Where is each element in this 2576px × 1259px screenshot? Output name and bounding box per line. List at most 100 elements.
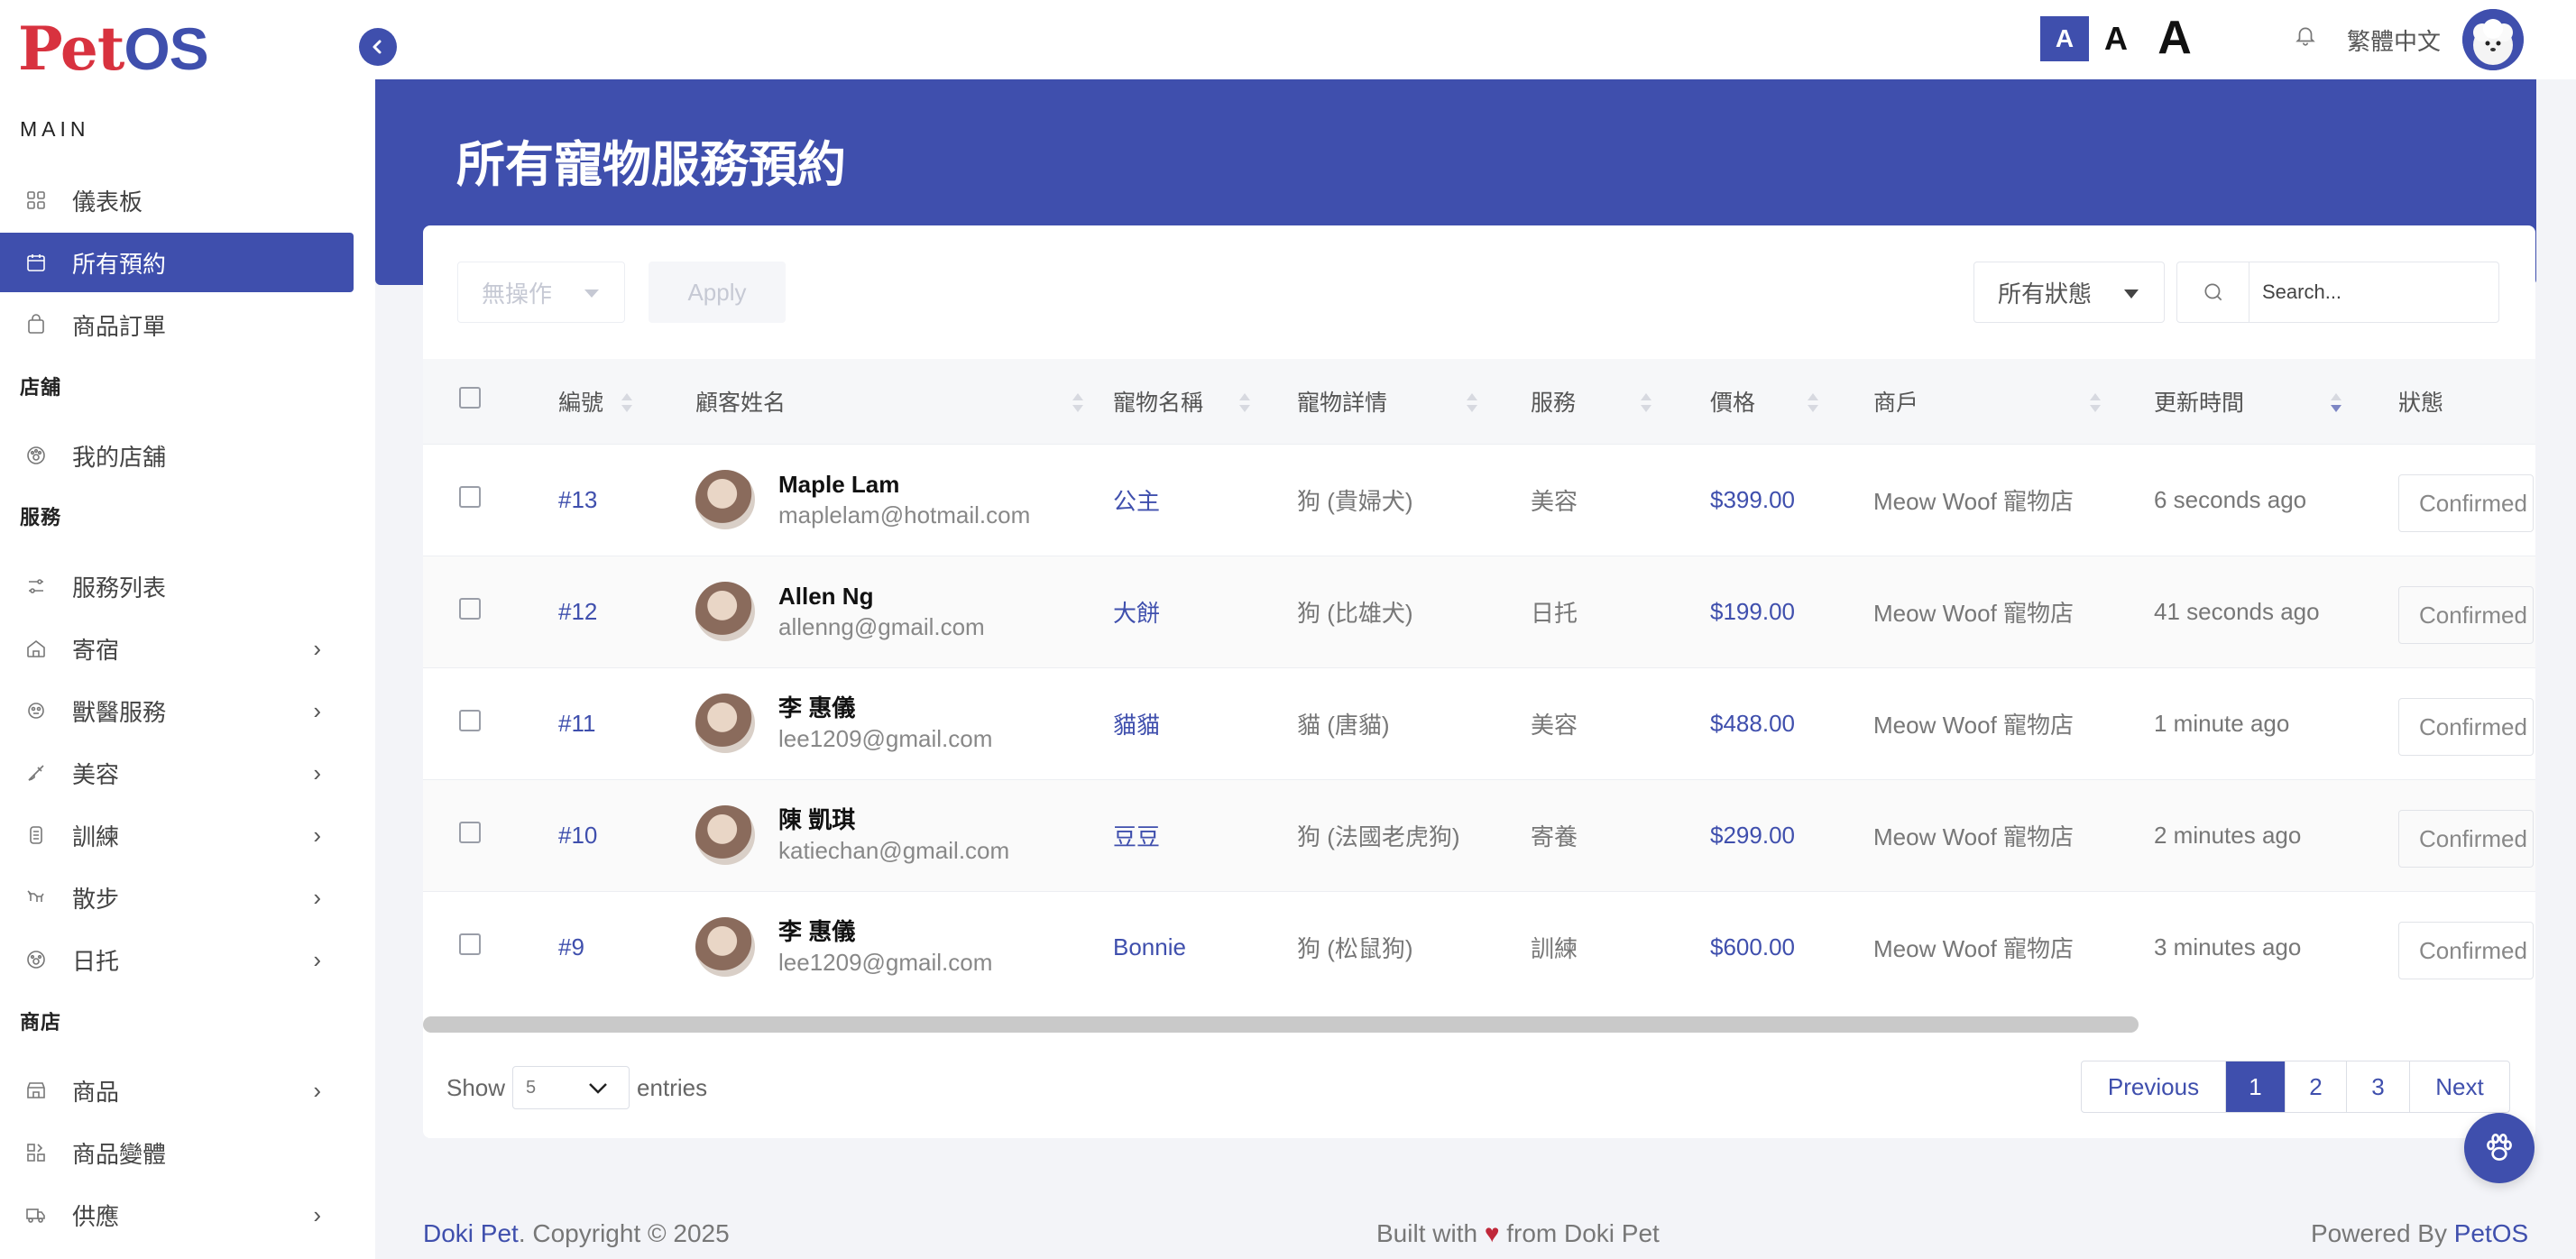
apply-button[interactable]: Apply — [649, 262, 786, 323]
bulk-action-select[interactable]: 無操作 — [457, 262, 625, 323]
status-select[interactable]: Confirmed — [2398, 585, 2534, 644]
status-select[interactable]: Confirmed — [2398, 921, 2534, 979]
row-checkbox[interactable] — [459, 933, 481, 955]
sidebar-item-supply[interactable]: 供應 › — [0, 1185, 354, 1245]
status-select[interactable]: Confirmed — [2398, 809, 2534, 868]
row-checkbox[interactable] — [459, 485, 481, 508]
page-size-control: Show 5 entries — [446, 1066, 707, 1109]
previous-page-button[interactable]: Previous — [2082, 1061, 2226, 1112]
sidebar-item-grooming[interactable]: 美容 › — [0, 743, 354, 803]
service: 寄養 — [1531, 778, 1710, 891]
pet-name-link[interactable]: 豆豆 — [1113, 778, 1297, 891]
sidebar-item-label: 我的店舖 — [72, 443, 167, 471]
booking-id[interactable]: #9 — [558, 890, 695, 1003]
col-price[interactable]: 價格 — [1710, 359, 1873, 444]
booking-id[interactable]: #10 — [558, 778, 695, 891]
col-details[interactable]: 寵物詳情 — [1297, 359, 1531, 444]
pet-details: 狗 (法國老虎狗) — [1297, 778, 1531, 891]
sidebar-item-dashboard[interactable]: 儀表板 — [0, 170, 354, 230]
page-button-3[interactable]: 3 — [2347, 1061, 2410, 1112]
paw-fab-button[interactable] — [2464, 1113, 2535, 1183]
customer-email: lee1209@gmail.com — [778, 725, 993, 752]
sidebar-item-training[interactable]: 訓練 › — [0, 805, 354, 865]
price: $600.00 — [1710, 890, 1873, 1003]
chevron-down-icon — [589, 1083, 607, 1094]
booking-id[interactable]: #12 — [558, 555, 695, 667]
bell-icon[interactable] — [2294, 23, 2321, 51]
truck-icon — [23, 1202, 49, 1227]
daycare-icon — [23, 947, 49, 972]
row-checkbox[interactable] — [459, 821, 481, 843]
sidebar-item-product-orders[interactable]: 商品訂單 — [0, 295, 354, 354]
booking-id[interactable]: #13 — [558, 443, 695, 556]
pet-name-link[interactable]: 公主 — [1113, 443, 1297, 556]
customer-avatar — [695, 582, 755, 641]
col-status[interactable]: 狀態 — [2398, 359, 2535, 444]
bookings-card: 無操作 Apply 所有狀態 編號 顧客姓名 寵物名稱 寵物詳情 服務 價格 商… — [423, 225, 2535, 1138]
customer-email: allenng@gmail.com — [778, 613, 985, 640]
col-pet[interactable]: 寵物名稱 — [1113, 359, 1297, 444]
font-size-large-button[interactable]: A — [2148, 11, 2201, 65]
customer-email: katiechan@gmail.com — [778, 837, 1010, 864]
customer-email: lee1209@gmail.com — [778, 949, 993, 977]
sort-icon — [1467, 393, 1477, 413]
language-selector[interactable]: 繁體中文 — [2347, 23, 2441, 57]
footer-copyright: Doki Pet. Copyright © 2025 — [423, 1219, 730, 1247]
horizontal-scrollbar[interactable] — [423, 1016, 2139, 1033]
customer-name: Allen Ng — [778, 583, 874, 610]
page-button-2[interactable]: 2 — [2286, 1061, 2347, 1112]
chevron-right-icon: › — [313, 696, 321, 724]
petos-logo[interactable]: PetOS — [18, 16, 209, 81]
sort-desc-icon — [2331, 393, 2341, 413]
table-row: #10 陳 凱琪 katiechan@gmail.com 豆豆 狗 (法國老虎狗)… — [423, 778, 2535, 891]
status-select[interactable]: Confirmed — [2398, 697, 2534, 756]
pet-details: 狗 (松鼠狗) — [1297, 890, 1531, 1003]
pet-name-link[interactable]: 大餅 — [1113, 555, 1297, 667]
sidebar-item-all-bookings[interactable]: 所有預約 — [0, 233, 354, 292]
pet-name-link[interactable]: 貓貓 — [1113, 666, 1297, 779]
sidebar-item-vet[interactable]: 獸醫服務 › — [0, 681, 354, 740]
pet-name-link[interactable]: Bonnie — [1113, 890, 1297, 1003]
sidebar-item-product-variants[interactable]: 商品變體 — [0, 1123, 354, 1182]
search-input[interactable] — [2262, 265, 2488, 319]
font-size-medium-button[interactable]: A — [2094, 16, 2138, 61]
sidebar-item-boarding[interactable]: 寄宿 › — [0, 619, 354, 678]
page-button-1[interactable]: 1 — [2226, 1061, 2286, 1112]
price: $299.00 — [1710, 778, 1873, 891]
booking-id[interactable]: #11 — [558, 666, 695, 779]
footer-brand-link[interactable]: Doki Pet — [423, 1219, 519, 1247]
sidebar-item-walking[interactable]: 散步 › — [0, 868, 354, 927]
sort-icon — [1641, 393, 1651, 413]
col-id[interactable]: 編號 — [558, 359, 695, 444]
page-size-select[interactable]: 5 — [512, 1066, 630, 1109]
heart-icon: ♥ — [1484, 1219, 1500, 1247]
sidebar-item-products[interactable]: 商品 › — [0, 1061, 354, 1120]
col-customer[interactable]: 顧客姓名 — [695, 359, 1113, 444]
chevron-right-icon: › — [313, 883, 321, 911]
col-service[interactable]: 服務 — [1531, 359, 1710, 444]
select-all-checkbox[interactable] — [459, 387, 481, 409]
status-filter-select[interactable]: 所有狀態 — [1973, 262, 2165, 323]
sidebar-item-my-store[interactable]: 我的店舖 — [0, 426, 354, 485]
chevron-right-icon: › — [313, 758, 321, 786]
status-select[interactable]: Confirmed — [2398, 473, 2534, 532]
sidebar-item-service-list[interactable]: 服務列表 — [0, 556, 354, 616]
merchant: Meow Woof 寵物店 — [1873, 778, 2154, 891]
sort-icon — [1808, 393, 1818, 413]
footer-petos-link[interactable]: PetOS — [2454, 1219, 2528, 1247]
caret-down-icon — [584, 289, 599, 298]
next-page-button[interactable]: Next — [2410, 1061, 2509, 1112]
sidebar-toggle-button[interactable] — [359, 28, 397, 66]
row-checkbox[interactable] — [459, 709, 481, 731]
font-size-small-button[interactable]: A — [2040, 16, 2089, 61]
chevron-left-icon — [373, 40, 382, 54]
col-merchant[interactable]: 商戶 — [1873, 359, 2154, 444]
vet-icon — [23, 698, 49, 723]
updated-time: 2 minutes ago — [2154, 778, 2398, 891]
user-avatar[interactable] — [2462, 9, 2524, 70]
col-updated[interactable]: 更新時間 — [2154, 359, 2398, 444]
sidebar-item-daycare[interactable]: 日托 › — [0, 930, 354, 989]
row-checkbox[interactable] — [459, 597, 481, 620]
chevron-right-icon: › — [313, 1076, 321, 1104]
merchant: Meow Woof 寵物店 — [1873, 443, 2154, 556]
